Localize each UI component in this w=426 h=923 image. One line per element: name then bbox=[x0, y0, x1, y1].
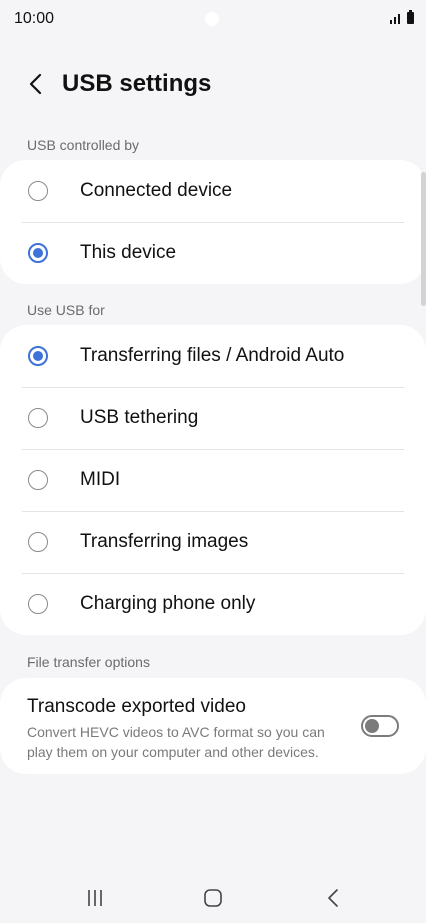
radio-transferring-images[interactable] bbox=[28, 532, 48, 552]
option-label: MIDI bbox=[80, 469, 121, 490]
option-transferring-images[interactable]: Transferring images bbox=[0, 511, 426, 573]
section-label-file-transfer-options: File transfer options bbox=[27, 654, 150, 670]
option-label: Transferring files / Android Auto bbox=[80, 345, 345, 366]
option-connected-device[interactable]: Connected device bbox=[0, 160, 426, 222]
radio-connected-device[interactable] bbox=[28, 181, 48, 201]
section-label-use-usb-for: Use USB for bbox=[27, 302, 105, 318]
status-icons bbox=[390, 10, 414, 24]
option-label: Charging phone only bbox=[80, 593, 256, 614]
option-midi[interactable]: MIDI bbox=[0, 449, 426, 511]
signal-icon bbox=[390, 14, 400, 24]
camera-cutout bbox=[205, 12, 219, 26]
scrollbar[interactable] bbox=[421, 172, 426, 306]
nav-back-button[interactable] bbox=[313, 883, 353, 913]
home-button[interactable] bbox=[193, 883, 233, 913]
option-charging-phone-only[interactable]: Charging phone only bbox=[0, 573, 426, 635]
header: USB settings bbox=[0, 62, 426, 106]
recents-icon bbox=[88, 890, 102, 906]
back-arrow-icon bbox=[29, 73, 42, 95]
usb-controlled-by-card: Connected device This device bbox=[0, 160, 426, 284]
status-bar: 10:00 bbox=[0, 0, 426, 40]
nav-back-icon bbox=[328, 889, 338, 907]
status-time: 10:00 bbox=[14, 10, 55, 27]
radio-usb-tethering[interactable] bbox=[28, 408, 48, 428]
option-label: This device bbox=[80, 242, 177, 263]
option-transferring-files[interactable]: Transferring files / Android Auto bbox=[0, 325, 426, 387]
option-usb-tethering[interactable]: USB tethering bbox=[0, 387, 426, 449]
transcode-description: Convert HEVC videos to AVC format so you… bbox=[27, 724, 325, 760]
navigation-bar bbox=[0, 873, 426, 923]
option-label: Transferring images bbox=[80, 531, 249, 552]
transcode-toggle[interactable] bbox=[361, 715, 399, 737]
option-label: USB tethering bbox=[80, 407, 199, 428]
option-this-device[interactable]: This device bbox=[0, 222, 426, 284]
back-button[interactable] bbox=[20, 68, 52, 100]
recents-button[interactable] bbox=[75, 883, 115, 913]
toggle-knob bbox=[365, 719, 379, 733]
option-label: Connected device bbox=[80, 180, 233, 201]
use-usb-for-card: Transferring files / Android Auto USB te… bbox=[0, 325, 426, 635]
radio-transferring-files[interactable] bbox=[28, 346, 48, 366]
home-icon bbox=[204, 889, 222, 907]
battery-icon bbox=[407, 10, 414, 24]
radio-midi[interactable] bbox=[28, 470, 48, 490]
page-title: USB settings bbox=[62, 70, 212, 97]
transcode-video-card[interactable]: Transcode exported video Convert HEVC vi… bbox=[0, 678, 426, 774]
transcode-title: Transcode exported video bbox=[27, 696, 246, 717]
radio-this-device[interactable] bbox=[28, 243, 48, 263]
radio-charging-phone-only[interactable] bbox=[28, 594, 48, 614]
section-label-usb-controlled-by: USB controlled by bbox=[27, 137, 140, 153]
